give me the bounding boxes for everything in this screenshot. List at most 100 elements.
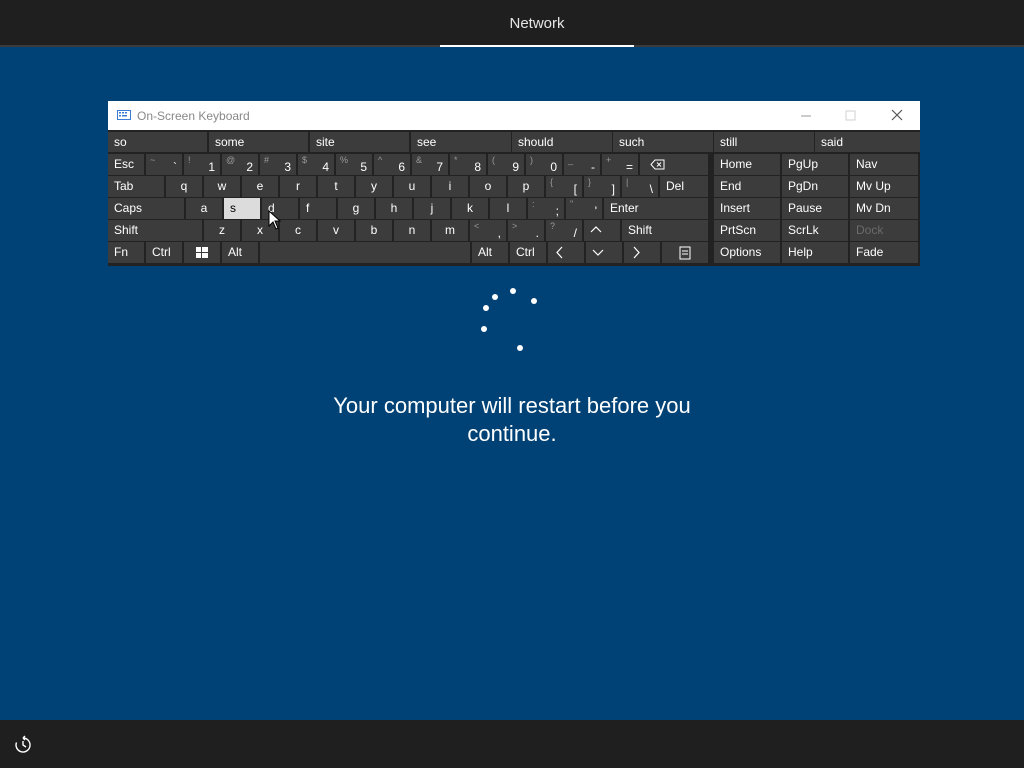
prediction-see[interactable]: see	[411, 132, 511, 152]
key-minus[interactable]: _ -	[564, 154, 600, 175]
key-fade[interactable]: Fade	[850, 242, 918, 263]
key-6[interactable]: ^ 6	[374, 154, 410, 175]
key-space[interactable]	[260, 242, 470, 263]
prediction-said[interactable]: said	[815, 132, 920, 152]
key-insert[interactable]: Insert	[714, 198, 780, 219]
key-windows[interactable]	[184, 242, 220, 263]
key-pause[interactable]: Pause	[782, 198, 848, 219]
key-backspace[interactable]	[640, 154, 708, 175]
key-7-label: 7	[436, 160, 443, 174]
key-ctrl-left[interactable]: Ctrl	[146, 242, 182, 263]
key-end[interactable]: End	[714, 176, 780, 197]
key-8[interactable]: * 8	[450, 154, 486, 175]
key-alt-right[interactable]: Alt	[472, 242, 508, 263]
key-o[interactable]: o	[470, 176, 506, 197]
key-i[interactable]: i	[432, 176, 468, 197]
key-mv-up[interactable]: Mv Up	[850, 176, 918, 197]
key-quote[interactable]: " '	[566, 198, 602, 219]
key-v[interactable]: v	[318, 220, 354, 241]
osk-title-bar[interactable]: On-Screen Keyboard	[108, 101, 920, 130]
key-7[interactable]: & 7	[412, 154, 448, 175]
key-4-label: 4	[322, 160, 329, 174]
key-p[interactable]: p	[508, 176, 544, 197]
key-4[interactable]: $4	[298, 154, 334, 175]
key-b[interactable]: b	[356, 220, 392, 241]
close-button[interactable]	[874, 101, 919, 130]
key-1[interactable]: ! 1	[184, 154, 220, 175]
key-2[interactable]: @2	[222, 154, 258, 175]
key-w[interactable]: w	[204, 176, 240, 197]
key-semicolon[interactable]: :;	[528, 198, 564, 219]
key-esc[interactable]: Esc	[108, 154, 144, 175]
key-3[interactable]: #3	[260, 154, 296, 175]
key-arrow-up[interactable]	[584, 220, 620, 241]
key-arrow-down[interactable]	[586, 242, 622, 263]
key-enter[interactable]: Enter	[604, 198, 708, 219]
prediction-so[interactable]: so	[108, 132, 207, 152]
key-k[interactable]: k	[452, 198, 488, 219]
key-t[interactable]: t	[318, 176, 354, 197]
key-e[interactable]: e	[242, 176, 278, 197]
key-y[interactable]: y	[356, 176, 392, 197]
key-l[interactable]: l	[490, 198, 526, 219]
prediction-site[interactable]: site	[310, 132, 409, 152]
key-m[interactable]: m	[432, 220, 468, 241]
key-pgup[interactable]: PgUp	[782, 154, 848, 175]
key-0[interactable]: ) 0	[526, 154, 562, 175]
key-s[interactable]: s	[224, 198, 260, 219]
maximize-button[interactable]	[828, 101, 873, 130]
key-slash[interactable]: ? /	[546, 220, 582, 241]
key-z[interactable]: z	[204, 220, 240, 241]
key-prtscn[interactable]: PrtScn	[714, 220, 780, 241]
key-mv-dn-label: Mv Dn	[856, 201, 891, 215]
key-n[interactable]: n	[394, 220, 430, 241]
key-home[interactable]: Home	[714, 154, 780, 175]
key-mv-dn[interactable]: Mv Dn	[850, 198, 918, 219]
prediction-some[interactable]: some	[209, 132, 308, 152]
key-f[interactable]: f	[300, 198, 336, 219]
tab-network[interactable]: Network	[440, 0, 634, 47]
bottom-bar	[0, 720, 1024, 768]
key-alt-left[interactable]: Alt	[222, 242, 258, 263]
key-u[interactable]: u	[394, 176, 430, 197]
key-shift-left[interactable]: Shift	[108, 220, 202, 241]
key-menu[interactable]	[662, 242, 708, 263]
key-5[interactable]: % 5	[336, 154, 372, 175]
key-period[interactable]: >.	[508, 220, 544, 241]
minimize-button[interactable]	[783, 101, 828, 130]
key-del[interactable]: Del	[660, 176, 708, 197]
accessibility-button[interactable]	[13, 735, 33, 755]
key-right-bracket[interactable]: }]	[584, 176, 620, 197]
key-fn[interactable]: Fn	[108, 242, 144, 263]
key-9[interactable]: (9	[488, 154, 524, 175]
key-tab[interactable]: Tab	[108, 176, 164, 197]
key-pgdn[interactable]: PgDn	[782, 176, 848, 197]
key-j[interactable]: j	[414, 198, 450, 219]
key-r[interactable]: r	[280, 176, 316, 197]
prediction-such[interactable]: such	[613, 132, 713, 152]
prediction-still[interactable]: still	[714, 132, 814, 152]
key-arrow-right[interactable]	[624, 242, 660, 263]
key-g[interactable]: g	[338, 198, 374, 219]
key-a[interactable]: a	[186, 198, 222, 219]
key-dock[interactable]: Dock	[850, 220, 918, 241]
key-backslash[interactable]: | \	[622, 176, 658, 197]
key-q[interactable]: q	[166, 176, 202, 197]
key-help[interactable]: Help	[782, 242, 848, 263]
key-shift-right[interactable]: Shift	[622, 220, 708, 241]
key-scrlk[interactable]: ScrLk	[782, 220, 848, 241]
key-nav[interactable]: Nav	[850, 154, 918, 175]
key-comma[interactable]: <,	[470, 220, 506, 241]
key-arrow-left[interactable]	[548, 242, 584, 263]
key-left-bracket[interactable]: {[	[546, 176, 582, 197]
key-options[interactable]: Options	[714, 242, 780, 263]
key-ctrl-right[interactable]: Ctrl	[510, 242, 546, 263]
prediction-should[interactable]: should	[512, 132, 612, 152]
key-backtick[interactable]: ~ `	[146, 154, 182, 175]
key-c[interactable]: c	[280, 220, 316, 241]
key-caps[interactable]: Caps	[108, 198, 184, 219]
key-equals[interactable]: + =	[602, 154, 638, 175]
key-h[interactable]: h	[376, 198, 412, 219]
key-w-label: w	[217, 179, 227, 193]
arrow-up-icon	[590, 226, 602, 233]
